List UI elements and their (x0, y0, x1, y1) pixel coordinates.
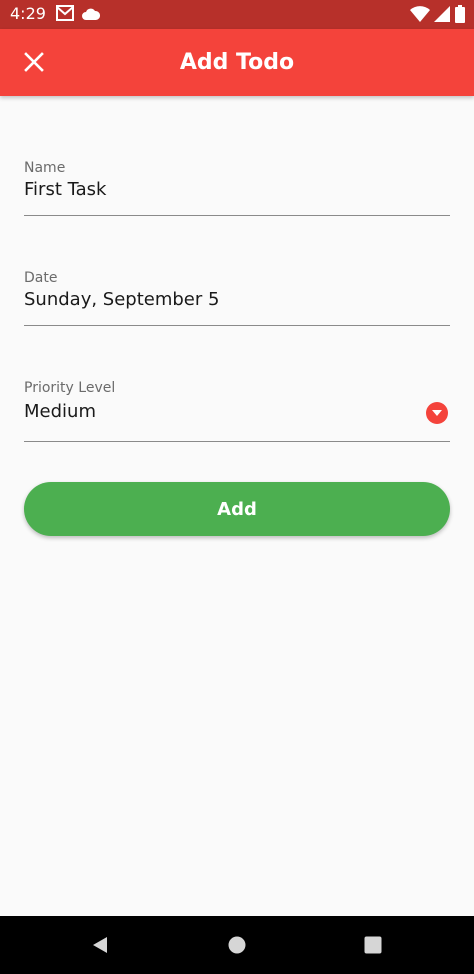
gmail-icon (56, 5, 74, 21)
recents-icon[interactable] (363, 935, 383, 955)
nav-bar (0, 916, 474, 974)
add-button[interactable]: Add (24, 482, 450, 536)
battery-icon (455, 5, 465, 23)
priority-dropdown[interactable]: Priority Level Medium (24, 370, 450, 442)
date-value[interactable]: Sunday, September 5 (24, 288, 219, 312)
status-bar: 4:29 (0, 0, 474, 29)
cloud-icon (82, 8, 100, 20)
date-field[interactable]: Date Sunday, September 5 (24, 260, 450, 326)
app-bar: Add Todo (0, 29, 474, 96)
home-icon[interactable] (227, 935, 247, 955)
caret-down-icon (432, 410, 442, 416)
name-value[interactable]: First Task (24, 178, 106, 202)
wifi-icon (410, 6, 430, 22)
dropdown-arrow-icon[interactable] (426, 402, 448, 424)
priority-label: Priority Level (24, 380, 116, 396)
back-icon[interactable] (90, 935, 110, 955)
signal-icon (434, 6, 450, 22)
priority-value[interactable]: Medium (24, 400, 96, 424)
date-label: Date (24, 270, 58, 286)
name-field[interactable]: Name First Task (24, 150, 450, 216)
name-label: Name (24, 160, 66, 176)
status-time: 4:29 (10, 4, 46, 23)
page-title: Add Todo (179, 50, 295, 75)
